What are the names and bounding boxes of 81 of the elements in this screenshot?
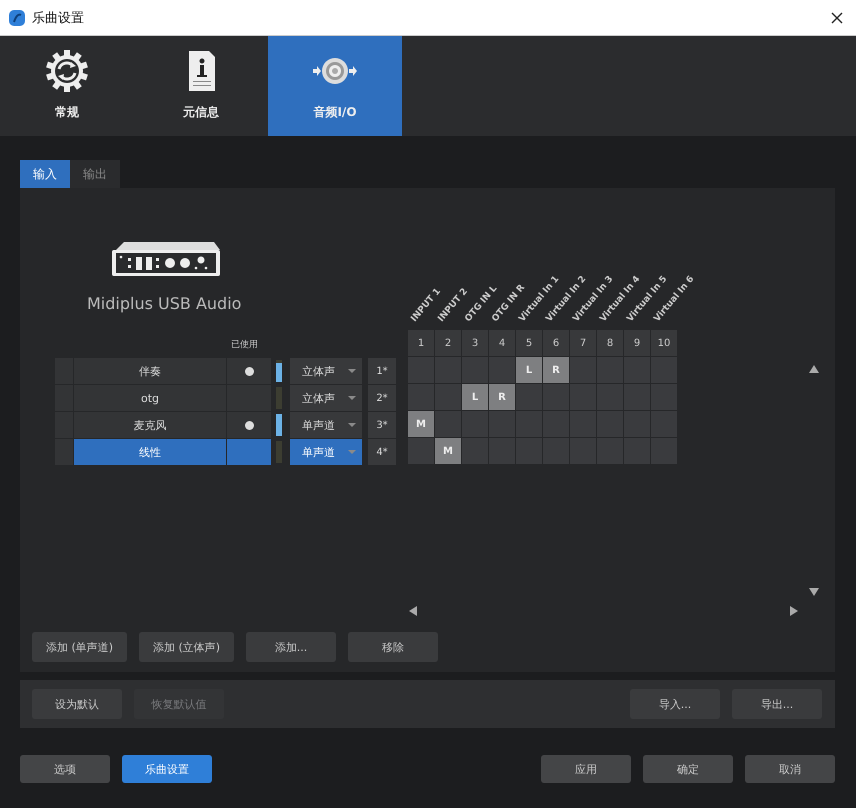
routing-cell[interactable] (435, 411, 461, 437)
level-meter (276, 414, 282, 436)
add-remove-button[interactable]: 添加... (246, 632, 336, 662)
scroll-right-icon[interactable] (790, 606, 798, 616)
routing-cell[interactable]: M (435, 438, 461, 464)
channel-name[interactable]: 伴奏 (74, 358, 226, 384)
row-handle[interactable] (55, 412, 73, 438)
routing-cell[interactable] (462, 438, 488, 464)
scroll-up-icon[interactable] (809, 365, 819, 373)
bar-button[interactable]: 导入... (630, 689, 720, 719)
channel-name[interactable]: 线性 (74, 439, 226, 465)
close-icon[interactable] (830, 10, 844, 24)
channel-number: 1* (368, 358, 396, 384)
add-remove-button[interactable]: 添加 (立体声) (139, 632, 234, 662)
routing-cell[interactable] (516, 411, 542, 437)
caret-icon (348, 369, 356, 373)
column-number: 2 (435, 330, 461, 356)
add-remove-button[interactable]: 添加 (单声道) (32, 632, 127, 662)
category-tab[interactable]: 音频I/O (268, 36, 402, 136)
bar-button[interactable]: 导出... (732, 689, 822, 719)
column-number: 8 (597, 330, 623, 356)
channel-type-dropdown[interactable]: 单声道 (290, 412, 362, 438)
footer-button[interactable]: 乐曲设置 (122, 755, 212, 783)
channel-type-dropdown[interactable]: 立体声 (290, 385, 362, 411)
routing-cell[interactable] (489, 357, 515, 383)
app-icon (8, 8, 26, 26)
channel-number: 3* (368, 412, 396, 438)
routing-cell[interactable] (435, 384, 461, 410)
routing-cell[interactable]: M (408, 411, 434, 437)
routing-cell[interactable] (408, 438, 434, 464)
dialog-button[interactable]: 取消 (745, 755, 835, 783)
scroll-left-icon[interactable] (409, 606, 417, 616)
footer-button[interactable]: 选项 (20, 755, 110, 783)
used-indicator (244, 420, 254, 430)
routing-cell[interactable] (489, 411, 515, 437)
audio-interface-icon (110, 240, 222, 278)
column-number: 5 (516, 330, 542, 356)
column-number: 7 (570, 330, 596, 356)
routing-cell[interactable] (543, 384, 569, 410)
channel-number: 2* (368, 385, 396, 411)
routing-cell[interactable] (570, 384, 596, 410)
dialog-button[interactable]: 应用 (541, 755, 631, 783)
used-indicator (244, 366, 254, 376)
routing-cell[interactable]: L (462, 384, 488, 410)
channel-number: 4* (368, 439, 396, 465)
sub-tab[interactable]: 输出 (70, 160, 120, 188)
routing-cell[interactable] (570, 357, 596, 383)
column-number: 6 (543, 330, 569, 356)
routing-cell[interactable] (435, 357, 461, 383)
channel-type-dropdown[interactable]: 单声道 (290, 439, 362, 465)
add-remove-button[interactable]: 移除 (348, 632, 438, 662)
column-number: 10 (651, 330, 677, 356)
channel-name[interactable]: otg (74, 385, 226, 411)
device-name: Midiplus USB Audio (87, 294, 242, 313)
window-title: 乐曲设置 (32, 10, 85, 26)
routing-cell[interactable] (408, 384, 434, 410)
column-number: 4 (489, 330, 515, 356)
column-number: 3 (462, 330, 488, 356)
category-tab[interactable]: 常规 (0, 36, 134, 136)
caret-icon (348, 450, 356, 454)
caret-icon (348, 396, 356, 400)
bar-button[interactable]: 设为默认 (32, 689, 122, 719)
routing-cell[interactable] (462, 357, 488, 383)
level-meter (276, 360, 282, 382)
column-number: 9 (624, 330, 650, 356)
sub-tab[interactable]: 输入 (20, 160, 70, 188)
channel-type-dropdown[interactable]: 立体声 (290, 358, 362, 384)
dialog-button[interactable]: 确定 (643, 755, 733, 783)
routing-cell[interactable]: L (516, 357, 542, 383)
channel-name[interactable]: 麦克风 (74, 412, 226, 438)
row-handle[interactable] (55, 439, 73, 465)
column-number: 1 (408, 330, 434, 356)
caret-icon (348, 423, 356, 427)
routing-cell[interactable] (462, 411, 488, 437)
column-header: 已使用 (231, 338, 258, 350)
category-tab[interactable]: 元信息 (134, 36, 268, 136)
routing-cell[interactable]: R (489, 384, 515, 410)
routing-cell[interactable] (516, 384, 542, 410)
scroll-down-icon[interactable] (809, 588, 819, 596)
gear-icon (43, 47, 91, 95)
routing-cell[interactable]: R (543, 357, 569, 383)
